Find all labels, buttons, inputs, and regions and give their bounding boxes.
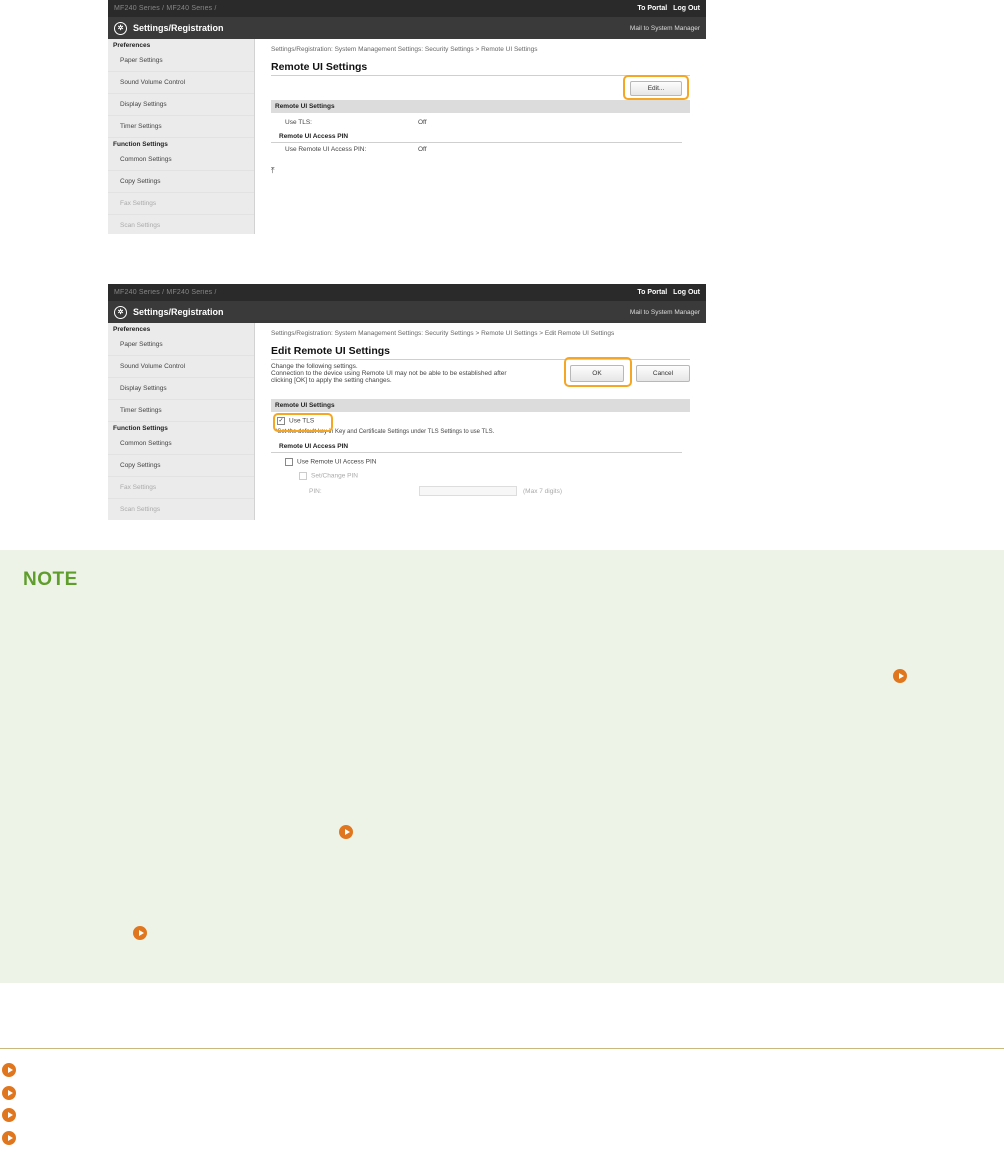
sidebar-item-display-settings[interactable]: Display Settings — [108, 378, 254, 400]
sidebar-item-scan-settings[interactable]: Scan Settings — [108, 499, 254, 520]
sidebar-item-sound-volume[interactable]: Sound Volume Control — [108, 356, 254, 378]
edit-button-highlight — [623, 75, 689, 100]
use-tls-highlight — [273, 413, 333, 432]
app-title: Settings/Registration — [133, 23, 224, 33]
sidebar-item-fax-settings[interactable]: Fax Settings — [108, 193, 254, 215]
remote-ui-settings-screenshot: MF240 Series / MF240 Series / To Portal … — [108, 0, 706, 234]
sidebar-section-function: Function Settings — [113, 141, 168, 148]
link-arrow-icon[interactable] — [339, 825, 353, 839]
sidebar: Preferences Paper Settings Sound Volume … — [108, 323, 255, 520]
use-tls-label: Use TLS: — [285, 119, 312, 126]
sidebar-item-copy-settings[interactable]: Copy Settings — [108, 171, 254, 193]
sidebar-section-preferences: Preferences — [113, 326, 151, 333]
tls-note: *Set the default key in Key and Certific… — [275, 429, 495, 435]
link-arrow-icon[interactable] — [2, 1086, 16, 1100]
device-crumb: MF240 Series / MF240 Series / — [114, 5, 217, 12]
link-arrow-icon[interactable] — [133, 926, 147, 940]
app-title: Settings/Registration — [133, 307, 224, 317]
main-content: Settings/Registration: System Management… — [255, 39, 706, 234]
breadcrumb: Settings/Registration: System Management… — [271, 46, 538, 53]
link-arrow-icon[interactable] — [2, 1063, 16, 1077]
title-bar: ✲ Settings/Registration Mail to System M… — [108, 17, 706, 39]
top-bar: MF240 Series / MF240 Series / To Portal … — [108, 284, 706, 301]
mail-to-system-manager-link[interactable]: Mail to System Manager — [630, 25, 700, 32]
title-bar: ✲ Settings/Registration Mail to System M… — [108, 301, 706, 323]
divider — [0, 1048, 1004, 1049]
sidebar-item-display-settings[interactable]: Display Settings — [108, 94, 254, 116]
pin-label: Use Remote UI Access PIN: — [285, 146, 367, 153]
note-box — [0, 550, 1004, 983]
sidebar-item-copy-settings[interactable]: Copy Settings — [108, 455, 254, 477]
breadcrumb: Settings/Registration: System Management… — [271, 330, 615, 337]
to-portal-link[interactable]: To Portal — [637, 289, 667, 296]
pin-section-header: Remote UI Access PIN — [271, 129, 682, 143]
log-out-link[interactable]: Log Out — [673, 289, 700, 296]
sidebar-item-timer-settings[interactable]: Timer Settings — [108, 116, 254, 138]
link-arrow-icon[interactable] — [893, 669, 907, 683]
note-title: NOTE — [23, 569, 78, 590]
sidebar-section-function: Function Settings — [113, 425, 168, 432]
to-portal-link[interactable]: To Portal — [637, 5, 667, 12]
sidebar-item-scan-settings[interactable]: Scan Settings — [108, 215, 254, 234]
sidebar-section-preferences: Preferences — [113, 42, 151, 49]
set-change-pin-label: Set/Change PIN — [311, 472, 358, 480]
sidebar-item-paper-settings[interactable]: Paper Settings — [108, 334, 254, 356]
ok-button-highlight — [564, 357, 632, 387]
use-tls-value: Off — [418, 119, 427, 126]
pin-label: PIN: — [309, 487, 322, 495]
use-pin-checkbox-label: Use Remote UI Access PIN — [297, 458, 377, 466]
section-header: Remote UI Settings — [271, 399, 690, 412]
cancel-button[interactable]: Cancel — [636, 365, 690, 382]
pin-section-header: Remote UI Access PIN — [271, 439, 682, 453]
section-header: Remote UI Settings — [271, 100, 690, 113]
sidebar-item-common-settings[interactable]: Common Settings — [108, 433, 254, 455]
set-change-pin-checkbox[interactable] — [299, 472, 307, 480]
pin-input[interactable] — [419, 486, 517, 496]
edit-remote-ui-settings-screenshot: MF240 Series / MF240 Series / To Portal … — [108, 284, 706, 520]
link-arrow-icon[interactable] — [2, 1131, 16, 1145]
pin-value: Off — [418, 146, 427, 153]
mail-to-system-manager-link[interactable]: Mail to System Manager — [630, 309, 700, 316]
sidebar-item-paper-settings[interactable]: Paper Settings — [108, 50, 254, 72]
sidebar-item-sound-volume[interactable]: Sound Volume Control — [108, 72, 254, 94]
page-title: Remote UI Settings — [271, 61, 690, 76]
top-bar: MF240 Series / MF240 Series / To Portal … — [108, 0, 706, 17]
sidebar: Preferences Paper Settings Sound Volume … — [108, 39, 255, 234]
settings-icon: ✲ — [114, 305, 127, 319]
main-content: Settings/Registration: System Management… — [255, 323, 706, 520]
log-out-link[interactable]: Log Out — [673, 5, 700, 12]
sidebar-item-common-settings[interactable]: Common Settings — [108, 149, 254, 171]
sidebar-item-timer-settings[interactable]: Timer Settings — [108, 400, 254, 422]
back-to-top-icon[interactable]: ⤒ — [271, 166, 690, 176]
pin-hint: (Max 7 digits) — [523, 487, 563, 495]
sidebar-item-fax-settings[interactable]: Fax Settings — [108, 477, 254, 499]
link-arrow-icon[interactable] — [2, 1108, 16, 1122]
use-pin-checkbox[interactable] — [285, 458, 293, 466]
device-crumb: MF240 Series / MF240 Series / — [114, 289, 217, 296]
settings-icon: ✲ — [114, 21, 127, 35]
